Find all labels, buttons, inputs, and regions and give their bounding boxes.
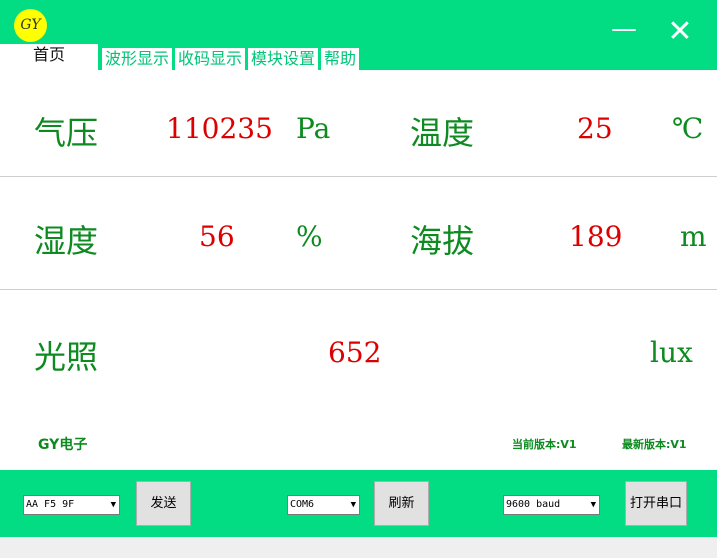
send-button[interactable]: 发送 [136, 481, 191, 526]
bottom-strip [0, 537, 717, 558]
row-divider [0, 176, 717, 177]
tab-module-settings[interactable]: 模块设置 [248, 48, 319, 70]
command-select-value: AA F5 9F [26, 499, 75, 510]
tab-received-code[interactable]: 收码显示 [175, 48, 246, 70]
tab-waveform[interactable]: 波形显示 [102, 48, 173, 70]
title-bar: GY — ✕ 首页 波形显示 收码显示 模块设置 帮助 [0, 0, 717, 70]
light-unit: lux [650, 336, 693, 369]
tab-home[interactable]: 首页 [0, 44, 98, 70]
open-port-button[interactable]: 打开串口 [625, 481, 687, 526]
temperature-unit: ℃ [672, 112, 704, 145]
baud-select[interactable]: 9600 baud ▼ [503, 495, 600, 515]
temperature-value: 25 [577, 112, 613, 145]
row-divider [0, 289, 717, 290]
temperature-label: 温度 [410, 114, 475, 152]
humidity-label: 湿度 [34, 222, 99, 260]
brand-label: GY电子 [38, 437, 88, 453]
humidity-unit: % [296, 220, 323, 253]
tab-help[interactable]: 帮助 [321, 48, 360, 70]
command-select[interactable]: AA F5 9F ▼ [23, 495, 120, 515]
pressure-label: 气压 [34, 114, 99, 152]
chevron-down-icon: ▼ [110, 500, 116, 510]
control-bar: AA F5 9F ▼ 发送 COM6 ▼ 刷新 9600 baud ▼ 打开串口 [0, 470, 717, 537]
home-panel: 气压 110235 Pa 温度 25 ℃ 湿度 56 % 海拔 189 m 光照… [0, 70, 717, 470]
tab-bar: 首页 波形显示 收码显示 模块设置 帮助 [0, 44, 362, 70]
minimize-button[interactable]: — [604, 14, 644, 50]
altitude-value: 189 [569, 220, 623, 253]
light-label: 光照 [34, 338, 99, 376]
pressure-value: 110235 [166, 112, 273, 145]
chevron-down-icon: ▼ [590, 500, 596, 510]
pressure-unit: Pa [296, 112, 331, 145]
port-select-value: COM6 [290, 499, 315, 510]
chevron-down-icon: ▼ [350, 500, 356, 510]
port-select[interactable]: COM6 ▼ [287, 495, 360, 515]
gy-logo: GY [14, 9, 47, 42]
current-version-label: 当前版本:V1 [512, 438, 577, 451]
refresh-button[interactable]: 刷新 [374, 481, 429, 526]
altitude-label: 海拔 [410, 222, 475, 260]
humidity-value: 56 [199, 220, 235, 253]
baud-select-value: 9600 baud [506, 499, 561, 510]
altitude-unit: m [680, 220, 707, 253]
latest-version-label: 最新版本:V1 [622, 438, 687, 451]
light-value: 652 [328, 336, 382, 369]
close-button[interactable]: ✕ [660, 14, 700, 50]
